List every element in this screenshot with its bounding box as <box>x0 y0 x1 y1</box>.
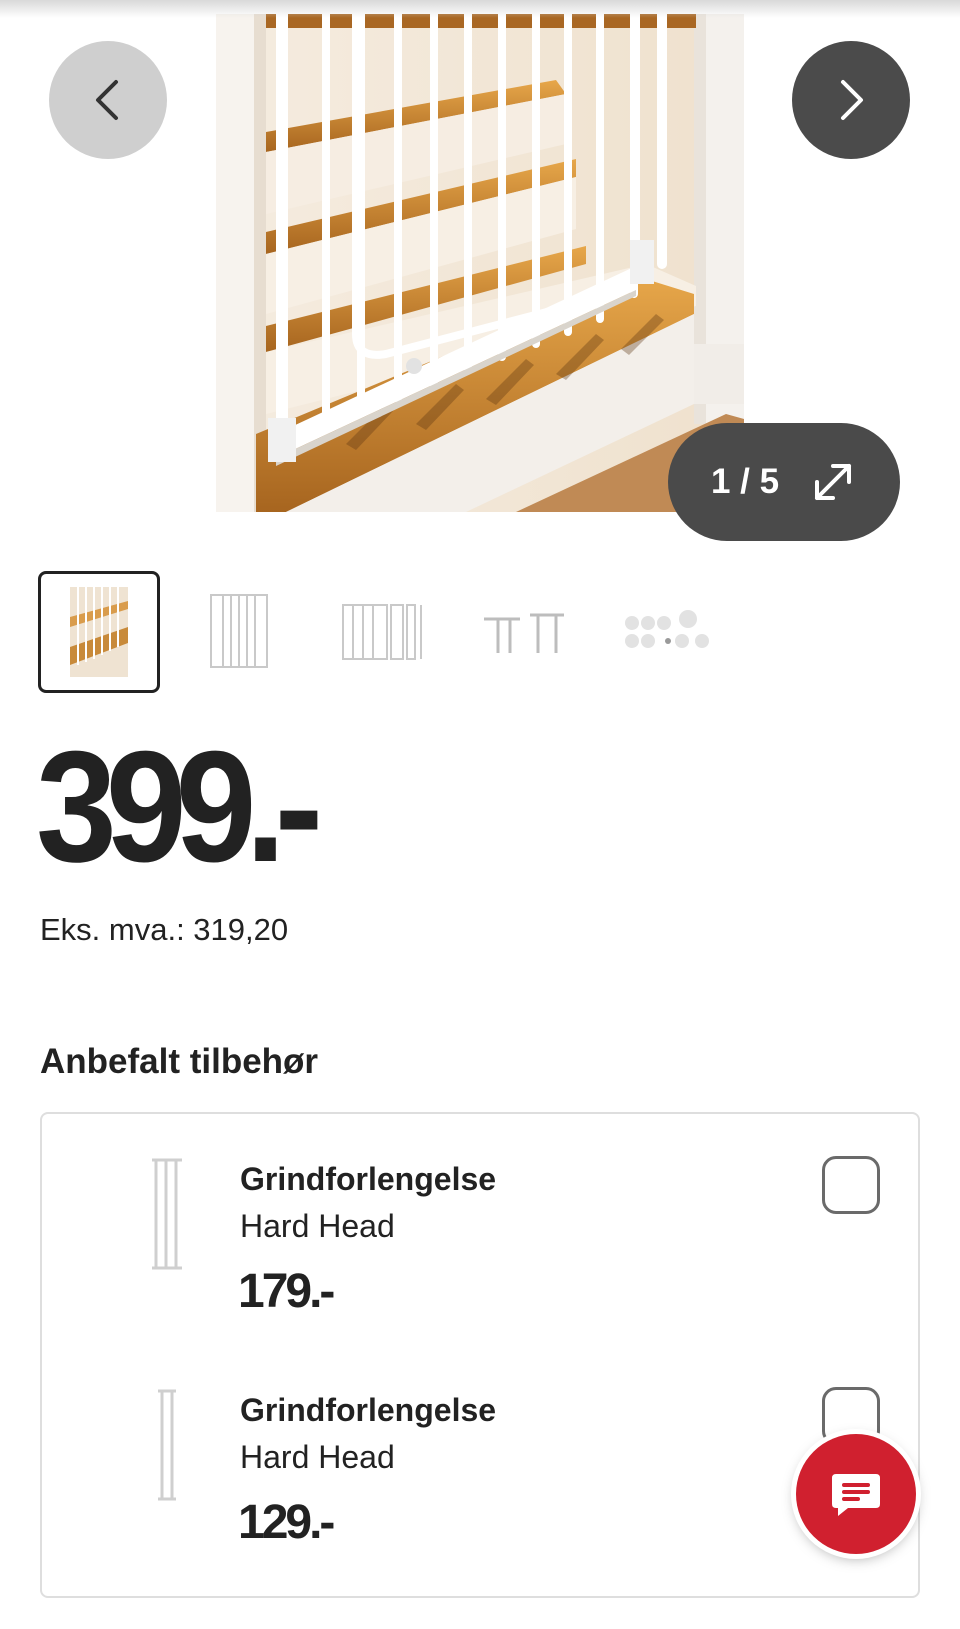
gate-front-view-thumbnail <box>210 594 268 668</box>
accessory-checkbox[interactable] <box>822 1156 880 1214</box>
accessory-name: Grindforlengelse <box>240 1161 497 1197</box>
thumbnail-3[interactable] <box>322 571 444 693</box>
accessory-item[interactable]: Grindforlengelse Hard Head 179.- <box>42 1114 918 1344</box>
gate-extension-image <box>152 1158 182 1270</box>
mounting-parts-thumbnail <box>484 613 564 653</box>
wall-cups-thumbnail <box>625 610 709 648</box>
thumbnail-2[interactable] <box>180 571 302 693</box>
accessory-item[interactable]: Grindforlengelse Hard Head 129.- <box>42 1345 918 1575</box>
product-main-image[interactable] <box>216 14 744 512</box>
accessory-name: Grindforlengelse <box>240 1392 497 1428</box>
thumbnail-4[interactable] <box>464 571 586 693</box>
accessory-price: 179.- <box>238 1265 335 1318</box>
top-shadow <box>0 0 960 18</box>
thumbnail-5[interactable] <box>606 571 728 693</box>
product-price: 399.- <box>36 719 323 895</box>
gallery-prev-button[interactable] <box>49 41 167 159</box>
accessory-brand: Hard Head <box>240 1439 395 1475</box>
accessory-price: 129.- <box>238 1496 335 1549</box>
stair-gate-photo <box>216 14 744 512</box>
gate-with-extensions-thumbnail <box>342 604 422 660</box>
thumbnail-strip <box>38 571 738 693</box>
gallery-next-button[interactable] <box>792 41 910 159</box>
chevron-right-icon <box>841 80 863 120</box>
chat-bubble-icon <box>832 1474 880 1516</box>
price-excluding-vat: Eks. mva.: 319,20 <box>40 912 289 947</box>
accessories-card: Grindforlengelse Hard Head 179.- Grindfo… <box>40 1112 920 1598</box>
accessories-heading: Anbefalt tilbehør <box>40 1042 319 1081</box>
expand-icon <box>815 464 852 500</box>
chevron-left-icon <box>96 80 118 120</box>
gate-extension-image <box>158 1389 176 1501</box>
image-counter: 1 / 5 <box>710 462 780 501</box>
product-gallery: 1 / 5 <box>0 0 960 545</box>
gallery-counter-pill[interactable]: 1 / 5 <box>668 423 900 541</box>
accessory-brand: Hard Head <box>240 1208 395 1244</box>
chat-button[interactable] <box>796 1434 916 1554</box>
stair-gate-photo-thumbnail <box>70 587 128 677</box>
thumbnail-1[interactable] <box>38 571 160 693</box>
